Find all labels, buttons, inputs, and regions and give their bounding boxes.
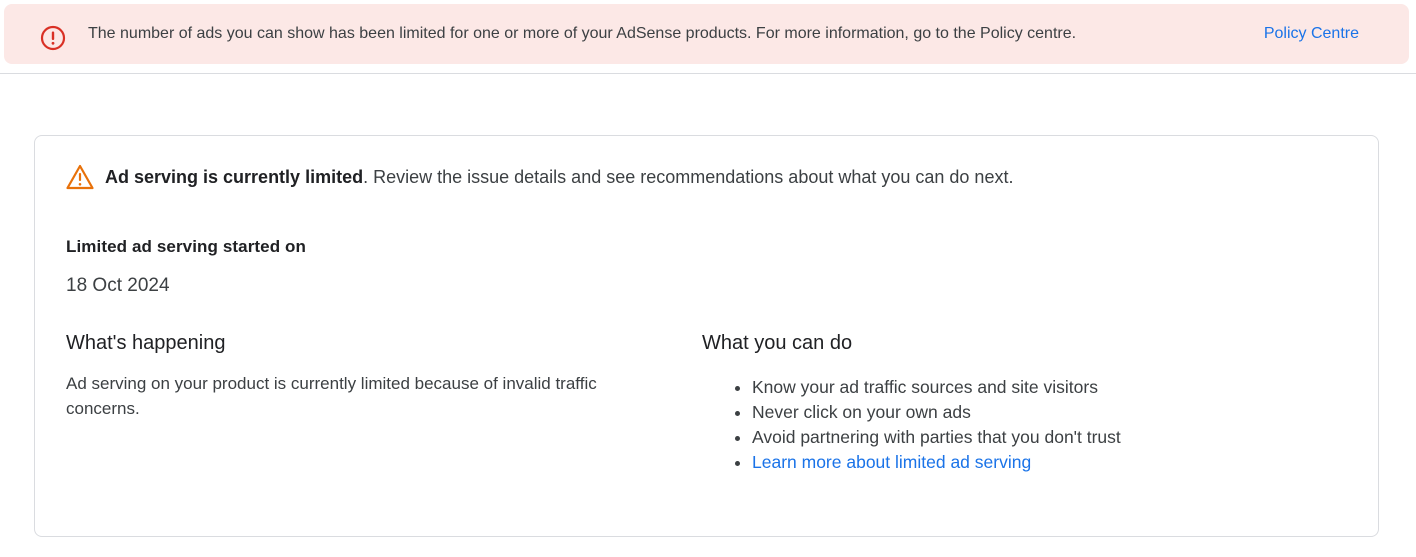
alert-description: . Review the issue details and see recom… — [363, 166, 1014, 187]
list-item: Never click on your own ads — [752, 400, 1302, 425]
list-item: Know your ad traffic sources and site vi… — [752, 375, 1302, 400]
ad-serving-alert: Ad serving is currently limited. Review … — [66, 164, 1013, 190]
recommendations-list: Know your ad traffic sources and site vi… — [702, 375, 1302, 475]
started-on-label: Limited ad serving started on — [66, 237, 307, 256]
limited-ad-serving-card: Ad serving is currently limited. Review … — [34, 135, 1379, 537]
learn-more-link[interactable]: Learn more about limited ad serving — [752, 452, 1031, 472]
whats-happening-heading: What's happening — [66, 332, 226, 354]
header-divider — [0, 73, 1416, 74]
error-circle-icon — [40, 25, 66, 51]
whats-happening-section: What's happening Ad serving on your prod… — [66, 332, 666, 421]
policy-centre-link[interactable]: Policy Centre — [1264, 4, 1359, 64]
started-on-date: 18 Oct 2024 — [66, 275, 170, 296]
list-item: Learn more about limited ad serving — [752, 450, 1302, 475]
what-you-can-do-heading: What you can do — [702, 332, 853, 354]
warning-triangle-icon — [66, 164, 94, 190]
alert-title: Ad serving is currently limited — [105, 166, 364, 187]
list-item: Avoid partnering with parties that you d… — [752, 425, 1302, 450]
policy-alert-banner: The number of ads you can show has been … — [4, 4, 1409, 64]
page: The number of ads you can show has been … — [0, 0, 1416, 557]
what-you-can-do-section: What you can do Know your ad traffic sou… — [702, 332, 1302, 475]
banner-message: The number of ads you can show has been … — [88, 25, 1077, 42]
whats-happening-body: Ad serving on your product is currently … — [66, 374, 597, 418]
